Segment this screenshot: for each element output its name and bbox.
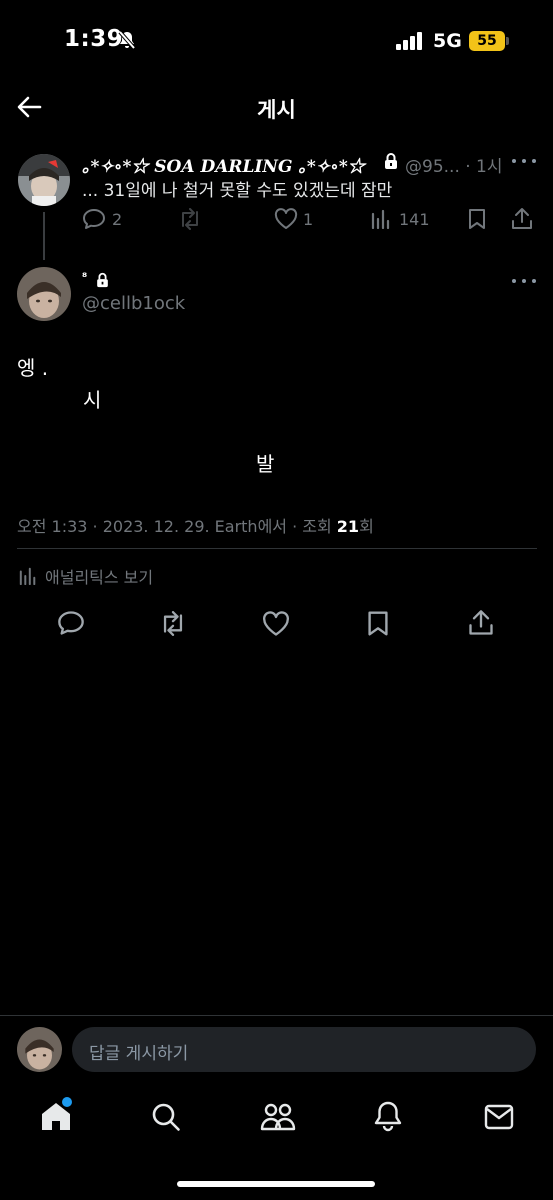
battery-indicator: 55 [469,31,505,51]
messages-icon[interactable] [484,1104,514,1130]
lock-icon [384,152,398,170]
author-display-name[interactable]: ｡*✧∘*☆ SOA DARLING ｡*✧∘*☆ [82,152,365,177]
post-view-count: 21 [336,517,360,536]
reply-placeholder: 답글 게시하기 [89,1044,189,1064]
notifications-icon[interactable] [373,1100,403,1132]
share-icon[interactable] [468,609,494,637]
post-metadata-prefix: 오전 1:33 · 2023. 12. 29. Earth에서 · 조회 [17,517,337,536]
battery-tip [506,37,509,45]
signal-icon [396,32,424,50]
share-icon[interactable] [511,207,533,231]
divider [17,548,537,549]
view-analytics-link[interactable]: 애널리틱스 보기 [45,564,153,588]
avatar [17,1027,62,1072]
notification-dot [62,1097,72,1107]
like-icon[interactable] [274,208,298,230]
search-icon[interactable] [151,1102,181,1132]
avatar[interactable] [18,154,70,206]
bell-slash-icon [117,30,137,50]
retweet-icon[interactable] [158,611,188,636]
thread-line [43,212,45,260]
network-type: 5G [433,30,462,52]
post-metadata: 오전 1:33 · 2023. 12. 29. Earth에서 · 조회 21회 [17,513,374,537]
analytics-icon[interactable] [19,567,37,585]
bookmark-icon[interactable] [467,208,487,230]
page-title: 게시 [257,98,296,122]
lock-icon [96,272,109,288]
post-metadata-suffix: 회 [359,517,374,536]
status-time: 1:39 [64,26,124,52]
bookmark-icon[interactable] [366,610,390,637]
author-handle[interactable]: @cellb1ock [82,293,185,314]
author-handle[interactable]: @95... · 1시 [405,152,503,177]
avatar[interactable] [17,267,71,321]
post-text-line: 발 [256,452,275,476]
views-icon[interactable] [371,209,391,229]
post-text: ... 31일에 나 철거 못할 수도 있겠는데 잠만 [82,181,393,201]
retweet-icon[interactable] [177,208,203,230]
reply-icon[interactable] [82,208,106,230]
view-count: 141 [399,210,430,229]
author-display-name[interactable]: ⁸ [82,270,87,284]
communities-icon[interactable] [260,1102,296,1132]
more-icon[interactable] [512,156,536,166]
post-text-line: 시 [83,388,102,412]
reply-count: 2 [112,210,123,229]
divider [0,1015,553,1016]
more-icon[interactable] [512,276,536,286]
like-icon[interactable] [262,611,290,637]
like-count: 1 [303,210,314,229]
home-indicator[interactable] [177,1181,375,1187]
post-text-line: 엥 . [17,356,49,380]
reply-icon[interactable] [57,610,85,636]
